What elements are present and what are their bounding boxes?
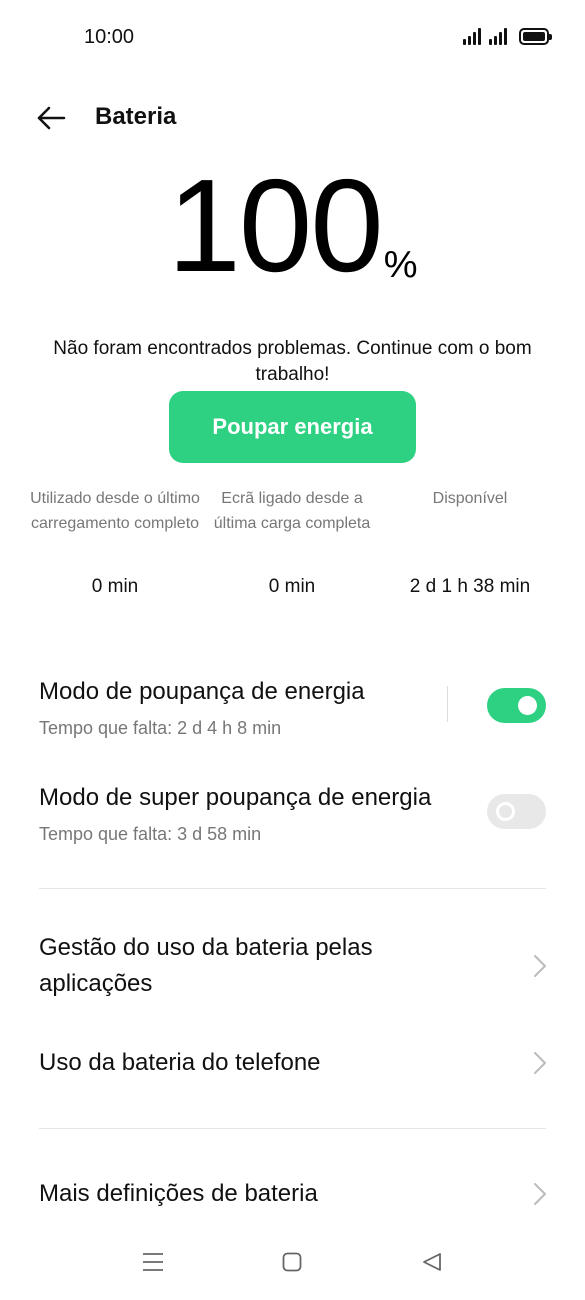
status-icons [463, 27, 552, 45]
stat-value: 0 min [268, 576, 316, 597]
battery-status-message: Não foram encontrados problemas. Continu… [53, 338, 532, 385]
status-time: 10:00 [84, 26, 135, 48]
chevron-right-icon [534, 1183, 546, 1205]
more-battery-settings-item[interactable]: Mais definições de bateria [0, 1176, 585, 1216]
vertical-divider [447, 686, 448, 722]
arrow-left-icon [37, 106, 66, 130]
stat-available: Disponível 2 d 1 h 38 min [380, 486, 560, 597]
battery-unit: % [383, 244, 418, 286]
back-triangle-icon [423, 1253, 441, 1271]
menu-item-label: Mais definições de bateria [39, 1180, 318, 1207]
battery-level: 100% [0, 160, 585, 292]
app-header: Bateria [0, 96, 585, 140]
app-battery-management-item[interactable]: Gestão do uso da bateria pelas aplicaçõe… [0, 930, 585, 1002]
signal-icon [463, 27, 481, 45]
recent-apps-button[interactable] [133, 1242, 173, 1282]
section-divider [39, 888, 546, 889]
battery-percentage: 100 [167, 152, 383, 299]
power-saving-mode-row[interactable]: Modo de poupança de energia Tempo que fa… [0, 678, 585, 758]
super-power-saving-mode-subtitle: Tempo que falta: 3 d 58 min [39, 824, 262, 844]
chevron-right-icon [534, 955, 546, 977]
menu-item-label: Gestão do uso da bateria pelas aplicaçõe… [39, 934, 373, 997]
power-saving-mode-title: Modo de poupança de energia [39, 678, 365, 705]
stat-label: Ecrã ligado desde a última carga complet… [213, 490, 371, 532]
stat-value: 2 d 1 h 38 min [409, 576, 531, 597]
status-bar: 10:00 [0, 0, 585, 76]
chevron-right-icon [534, 1052, 546, 1074]
system-navigation-bar [0, 1230, 585, 1300]
stat-value: 0 min [91, 576, 139, 597]
save-energy-button[interactable]: Poupar energia [169, 391, 416, 463]
back-button[interactable] [30, 100, 70, 136]
super-power-saving-mode-title: Modo de super poupança de energia [39, 784, 432, 811]
battery-icon [519, 28, 552, 45]
section-divider [39, 1128, 546, 1129]
stat-screen-on: Ecrã ligado desde a última carga complet… [202, 486, 382, 597]
power-saving-mode-subtitle: Tempo que falta: 2 d 4 h 8 min [39, 718, 282, 738]
power-saving-toggle[interactable] [487, 688, 546, 723]
menu-item-label: Uso da bateria do telefone [39, 1049, 321, 1076]
super-power-saving-mode-row[interactable]: Modo de super poupança de energia Tempo … [0, 784, 585, 864]
menu-icon [143, 1253, 163, 1271]
home-icon [282, 1252, 302, 1272]
page-title: Bateria [95, 103, 177, 130]
super-power-saving-toggle[interactable] [487, 794, 546, 829]
stat-label: Utilizado desde o último carregamento co… [30, 490, 200, 532]
home-button[interactable] [272, 1242, 312, 1282]
stat-label: Disponível [432, 490, 508, 507]
stat-used-since-charge: Utilizado desde o último carregamento co… [25, 486, 205, 597]
system-back-button[interactable] [412, 1242, 452, 1282]
phone-battery-usage-item[interactable]: Uso da bateria do telefone [0, 1045, 585, 1085]
signal-icon [489, 27, 507, 45]
